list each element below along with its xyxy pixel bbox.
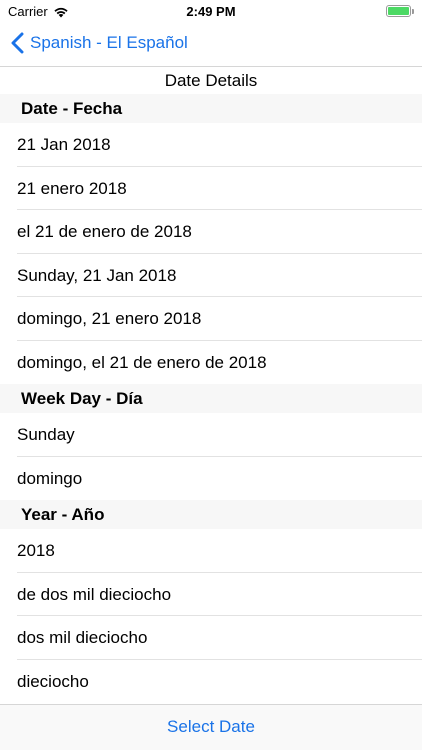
table-row[interactable]: 2018	[0, 529, 422, 573]
battery-fill	[388, 7, 409, 15]
select-date-button[interactable]: Select Date	[0, 717, 422, 737]
chevron-left-icon	[10, 32, 24, 54]
table-row[interactable]: Sunday, 21 Jan 2018	[0, 254, 422, 298]
table-row[interactable]: dos mil dieciocho	[0, 616, 422, 660]
table-row[interactable]: 21 enero 2018	[0, 167, 422, 211]
section-header-weekday: Week Day - Día	[0, 384, 422, 413]
table-row[interactable]: Sunday	[0, 413, 422, 457]
table-row[interactable]: domingo	[0, 457, 422, 501]
page-title: Date Details	[164, 71, 258, 90]
section-header-year: Year - Año	[0, 500, 422, 529]
table-row[interactable]: de dos mil dieciocho	[0, 573, 422, 617]
table-row[interactable]: 21 Jan 2018	[0, 123, 422, 167]
navigation-bar: Spanish - El Español	[0, 22, 422, 66]
back-button[interactable]: Spanish - El Español	[10, 32, 188, 54]
battery-icon	[386, 5, 414, 17]
table-row[interactable]: el 21 de enero de 2018	[0, 210, 422, 254]
table-row[interactable]: domingo, 21 enero 2018	[0, 297, 422, 341]
table-row[interactable]: dieciocho	[0, 660, 422, 704]
section-header-date: Date - Fecha	[0, 94, 422, 123]
bottom-toolbar: Select Date	[0, 704, 422, 750]
back-button-label: Spanish - El Español	[30, 33, 188, 52]
date-details-table: Date - Fecha 21 Jan 2018 21 enero 2018 e…	[0, 94, 422, 703]
table-row[interactable]: domingo, el 21 de enero de 2018	[0, 341, 422, 385]
status-time: 2:49 PM	[186, 4, 236, 19]
status-bar: Carrier 2:49 PM	[0, 0, 422, 22]
screen: Carrier 2:49 PM Spanish - El Español Dat…	[0, 0, 422, 750]
